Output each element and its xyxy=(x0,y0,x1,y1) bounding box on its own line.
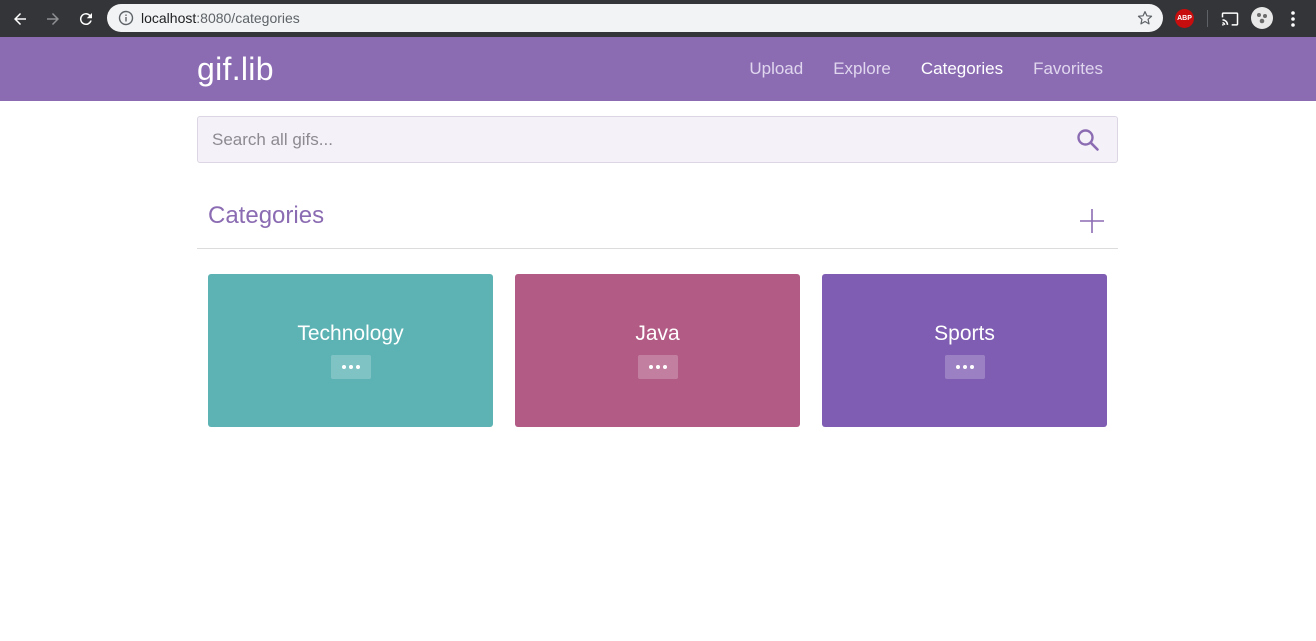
main-nav: Upload Explore Categories Favorites xyxy=(749,59,1103,79)
forward-icon[interactable] xyxy=(42,8,64,30)
ellipsis-icon xyxy=(969,365,974,369)
cast-icon[interactable] xyxy=(1220,9,1240,29)
site-logo[interactable]: gif.lib xyxy=(197,51,274,87)
address-bar[interactable]: localhost:8080/categories xyxy=(107,4,1163,32)
nav-link-explore[interactable]: Explore xyxy=(833,59,891,79)
ellipsis-icon xyxy=(355,365,360,369)
ellipsis-icon xyxy=(341,365,346,369)
search-input[interactable] xyxy=(212,117,1052,162)
search-icon[interactable] xyxy=(1076,128,1100,152)
adblock-extension-icon[interactable]: ABP xyxy=(1175,9,1194,28)
toolbar-separator xyxy=(1207,10,1208,27)
nav-link-favorites[interactable]: Favorites xyxy=(1033,59,1103,79)
more-options-button[interactable] xyxy=(330,355,371,379)
back-icon[interactable] xyxy=(9,8,31,30)
section-divider xyxy=(197,248,1118,249)
browser-toolbar: localhost:8080/categories ABP xyxy=(0,0,1316,37)
ellipsis-icon xyxy=(662,365,667,369)
category-card-technology[interactable]: Technology xyxy=(208,274,493,427)
search-box xyxy=(197,116,1118,163)
add-category-plus-icon[interactable] xyxy=(1079,208,1105,234)
url-host: localhost xyxy=(141,10,197,26)
ellipsis-icon xyxy=(348,365,353,369)
nav-link-categories[interactable]: Categories xyxy=(921,59,1003,79)
bookmark-star-icon[interactable] xyxy=(1136,9,1154,27)
category-card-title: Java xyxy=(635,322,680,345)
adblock-label: ABP xyxy=(1177,15,1192,22)
url-path: :8080/categories xyxy=(196,10,300,26)
ellipsis-icon xyxy=(648,365,653,369)
category-card-title: Technology xyxy=(297,322,404,345)
app-header: gif.lib Upload Explore Categories Favori… xyxy=(0,37,1316,101)
profile-avatar-icon[interactable] xyxy=(1251,7,1273,29)
ellipsis-icon xyxy=(655,365,660,369)
browser-menu-icon[interactable] xyxy=(1285,9,1301,29)
reload-icon[interactable] xyxy=(75,8,97,30)
page-title: Categories xyxy=(208,202,325,229)
category-card-sports[interactable]: Sports xyxy=(822,274,1107,427)
more-options-button[interactable] xyxy=(637,355,678,379)
category-card-java[interactable]: Java xyxy=(515,274,800,427)
url-text[interactable]: localhost:8080/categories xyxy=(141,10,300,26)
nav-link-upload[interactable]: Upload xyxy=(749,59,803,79)
ellipsis-icon xyxy=(955,365,960,369)
info-icon[interactable] xyxy=(118,10,134,26)
category-card-title: Sports xyxy=(934,322,995,345)
more-options-button[interactable] xyxy=(944,355,985,379)
ellipsis-icon xyxy=(962,365,967,369)
